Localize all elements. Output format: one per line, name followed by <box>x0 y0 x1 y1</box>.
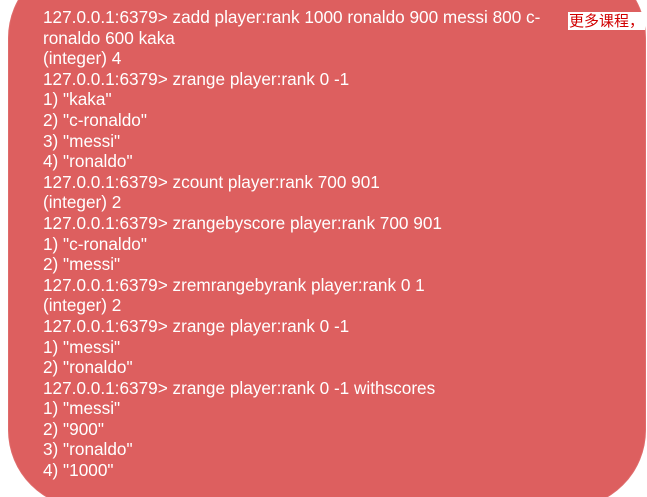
terminal-line: 127.0.0.1:6379> zrangebyscore player:ran… <box>43 212 442 233</box>
terminal-line: 2) "900" <box>43 418 104 439</box>
terminal-line: 127.0.0.1:6379> zremrangebyrank player:r… <box>43 274 425 295</box>
watermark-text: 更多课程， <box>567 12 645 30</box>
slide: 127.0.0.1:6379> zadd player:rank 1000 ro… <box>0 0 647 497</box>
terminal-line: 2) "messi" <box>43 254 121 275</box>
terminal-line: (integer) 2 <box>43 192 122 213</box>
terminal-line: 127.0.0.1:6379> zrange player:rank 0 -1 <box>43 315 350 336</box>
terminal-line: (integer) 2 <box>43 295 122 316</box>
terminal-line: 127.0.0.1:6379> zadd player:rank 1000 ro… <box>43 7 541 27</box>
terminal-line: 3) "ronaldo" <box>43 439 133 460</box>
terminal-output: 127.0.0.1:6379> zadd player:rank 1000 ro… <box>43 7 638 481</box>
terminal-line: 3) "messi" <box>43 130 121 151</box>
terminal-line: 2) "c-ronaldo" <box>43 109 147 130</box>
terminal-line: 2) "ronaldo" <box>43 357 133 378</box>
terminal-line: 1) "messi" <box>43 398 121 419</box>
terminal-line: ronaldo 600 kaka <box>43 27 175 48</box>
terminal-line: 1) "c-ronaldo" <box>43 233 147 254</box>
terminal-line: 127.0.0.1:6379> zrange player:rank 0 -1 <box>43 68 350 89</box>
terminal-line: 1) "messi" <box>43 336 121 357</box>
terminal-line: 127.0.0.1:6379> zcount player:rank 700 9… <box>43 171 380 192</box>
terminal-line: 4) "1000" <box>43 460 114 481</box>
terminal-line: 4) "ronaldo" <box>43 151 133 172</box>
terminal-line: 1) "kaka" <box>43 89 112 110</box>
terminal-line: (integer) 4 <box>43 48 122 69</box>
terminal-line: 127.0.0.1:6379> zrange player:rank 0 -1 … <box>43 377 436 398</box>
